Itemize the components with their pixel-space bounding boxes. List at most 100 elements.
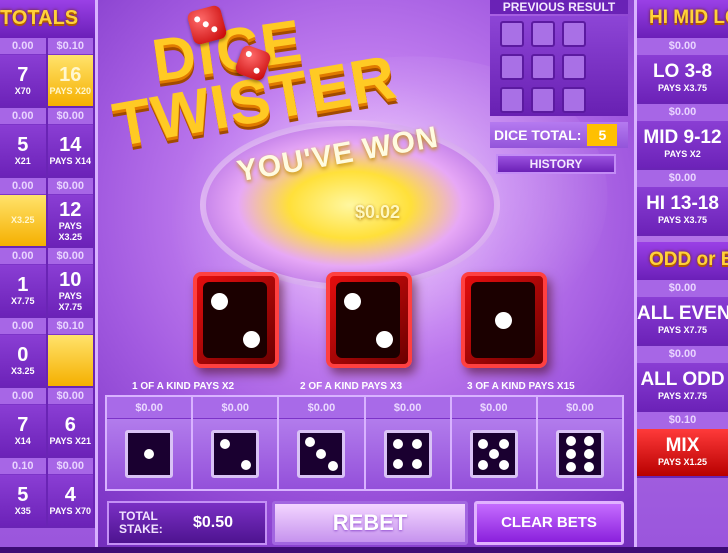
side-bet[interactable]: $0.10 MIX PAYS X1.25 [637, 412, 728, 478]
die-face-icon [555, 430, 604, 478]
total-bet-body: 7 X14 [0, 405, 46, 456]
total-number: 14 [59, 134, 82, 156]
side-bet-name: HI 13-18 [646, 193, 719, 214]
side-bet-name: LO 3-8 [652, 61, 713, 82]
bet-amount: $0.00 [107, 397, 192, 419]
single-number-board: $0.00 $0.00 $0.00 $0.00 $0.00 $0.00 [105, 395, 624, 491]
total-bet-body [47, 335, 93, 386]
bet-amount: 0.00 [0, 318, 46, 335]
bet-amount: $0.00 [365, 397, 450, 419]
total-stake-box: TOTAL STAKE: $0.50 [107, 501, 267, 545]
total-bet-cell[interactable]: $0.00 14 PAYS X14 [47, 108, 95, 176]
total-bet-cell[interactable]: $0.00 4 PAYS X70 [47, 458, 95, 526]
history-button[interactable]: HISTORY [496, 154, 616, 174]
bet-amount: $0.00 [47, 178, 93, 195]
total-number: 1 [17, 274, 29, 296]
result-die-face [336, 282, 400, 358]
total-bet-cell[interactable]: $0.10 [47, 318, 95, 386]
result-die [461, 272, 547, 368]
total-number: 5 [17, 134, 29, 156]
total-bet-body: 5 X21 [0, 125, 46, 176]
total-bet-cell[interactable]: 0.00 X3.25 [0, 178, 48, 246]
total-bet-cell[interactable]: $0.10 16 PAYS X20 [47, 38, 95, 106]
payout-label: X21 [14, 156, 31, 166]
number-bet-body [193, 419, 278, 489]
payout-label: PAYS X7.75 [657, 325, 708, 335]
number-bet-cell[interactable]: $0.00 [279, 397, 366, 489]
total-bet-cell[interactable]: 0.00 7 X70 [0, 38, 48, 106]
total-bet-cell[interactable]: 0.00 5 X21 [0, 108, 48, 176]
totals-row: 0.00 7 X70 $0.10 16 PAYS X20 [0, 38, 95, 108]
totals-title: TOTALS [0, 0, 95, 38]
payout-label: X3.25 [10, 366, 35, 376]
total-bet-body: 12 PAYS X3.25 [47, 195, 93, 246]
result-die [326, 272, 412, 368]
total-bet-body: 6 PAYS X21 [47, 405, 93, 456]
die-pip [343, 292, 361, 310]
bet-amount: $0.00 [47, 108, 93, 125]
dice-total: DICE TOTAL: 5 [490, 122, 628, 148]
bet-amount: $0.00 [637, 346, 728, 363]
number-bet-cell[interactable]: $0.00 [193, 397, 280, 489]
total-bet-cell[interactable]: $0.00 12 PAYS X3.25 [47, 178, 95, 246]
total-bet-cell[interactable]: 0.10 5 X35 [0, 458, 48, 526]
rebet-button[interactable]: REBET [272, 501, 468, 545]
total-number: 6 [64, 414, 76, 436]
total-stake-label: TOTAL STAKE: [119, 509, 163, 536]
bet-amount: $0.00 [47, 388, 93, 405]
side-bet[interactable]: $0.00 LO 3-8 PAYS X3.75 [637, 38, 728, 104]
previous-result-slot [500, 87, 524, 113]
totals-row: 0.10 5 X35 $0.00 4 PAYS X70 [0, 458, 95, 528]
total-number: 4 [64, 484, 76, 506]
total-bet-body: 10 PAYS X7.75 [47, 265, 93, 316]
number-bet-cell[interactable]: $0.00 [107, 397, 194, 489]
clear-bets-button[interactable]: CLEAR BETS [474, 501, 624, 545]
number-bet-cell[interactable]: $0.00 [451, 397, 538, 489]
payout-label: PAYS X2 [664, 149, 701, 159]
side-bet-body: ALL ODD PAYS X7.75 [637, 363, 728, 410]
bet-amount: $0.10 [637, 412, 728, 429]
bet-amount: $0.00 [279, 397, 364, 419]
side-bet-body: ALL EVEN PAYS X7.75 [637, 297, 728, 344]
payout-label: X7.75 [10, 296, 35, 306]
die-pip [412, 439, 423, 450]
die-pip [242, 330, 260, 348]
totals-panel: TOTALS 0.00 7 X70 $0.10 16 PAYS X20 0.00 5 X21 $0… [0, 0, 98, 553]
die-pip [565, 461, 576, 472]
die-pip [499, 459, 510, 470]
total-bet-cell[interactable]: 0.00 7 X14 [0, 388, 48, 456]
die-face-icon [211, 430, 260, 478]
kind-label: 2 OF A KIND PAYS X3 [300, 381, 403, 392]
total-bet-cell[interactable]: $0.00 6 PAYS X21 [47, 388, 95, 456]
previous-result-slot [531, 87, 555, 113]
result-die-face [471, 282, 535, 358]
total-number: 16 [59, 64, 82, 86]
side-bet[interactable]: $0.00 ALL ODD PAYS X7.75 [637, 346, 728, 412]
side-bet[interactable]: $0.00 MID 9-12 PAYS X2 [637, 104, 728, 170]
bet-amount: 0.10 [0, 458, 46, 475]
die-pip [499, 438, 510, 449]
number-bet-cell[interactable]: $0.00 [365, 397, 452, 489]
total-bet-body: 4 PAYS X70 [47, 475, 93, 526]
number-bet-body [279, 419, 364, 489]
total-bet-cell[interactable]: $0.00 10 PAYS X7.75 [47, 248, 95, 316]
bet-amount: $0.00 [537, 397, 623, 419]
die-pip [219, 438, 230, 449]
bet-amount: 0.00 [0, 388, 46, 405]
bet-amount: 0.00 [0, 178, 46, 195]
total-bet-cell[interactable]: 0.00 0 X3.25 [0, 318, 48, 386]
bet-amount: 0.00 [0, 38, 46, 55]
total-number: 10 [59, 268, 82, 291]
total-bet-cell[interactable]: 0.00 1 X7.75 [0, 248, 48, 316]
number-bet-cell[interactable]: $0.00 [537, 397, 623, 489]
die-pip [488, 449, 499, 459]
side-bet[interactable]: $0.00 HI 13-18 PAYS X3.75 [637, 170, 728, 236]
totals-grid: 0.00 7 X70 $0.10 16 PAYS X20 0.00 5 X21 $0.00 14 PA… [0, 38, 95, 528]
total-bet-body: 1 X7.75 [0, 265, 46, 316]
side-bet[interactable]: $0.00 ALL EVEN PAYS X7.75 [637, 280, 728, 346]
bet-amount: $0.10 [47, 318, 93, 335]
total-number: 5 [17, 484, 29, 506]
payout-label: PAYS X1.25 [657, 457, 708, 467]
game-stage: TOTALS 0.00 7 X70 $0.10 16 PAYS X20 0.00 5 X21 $0… [0, 0, 728, 553]
number-bet-body [107, 419, 192, 489]
